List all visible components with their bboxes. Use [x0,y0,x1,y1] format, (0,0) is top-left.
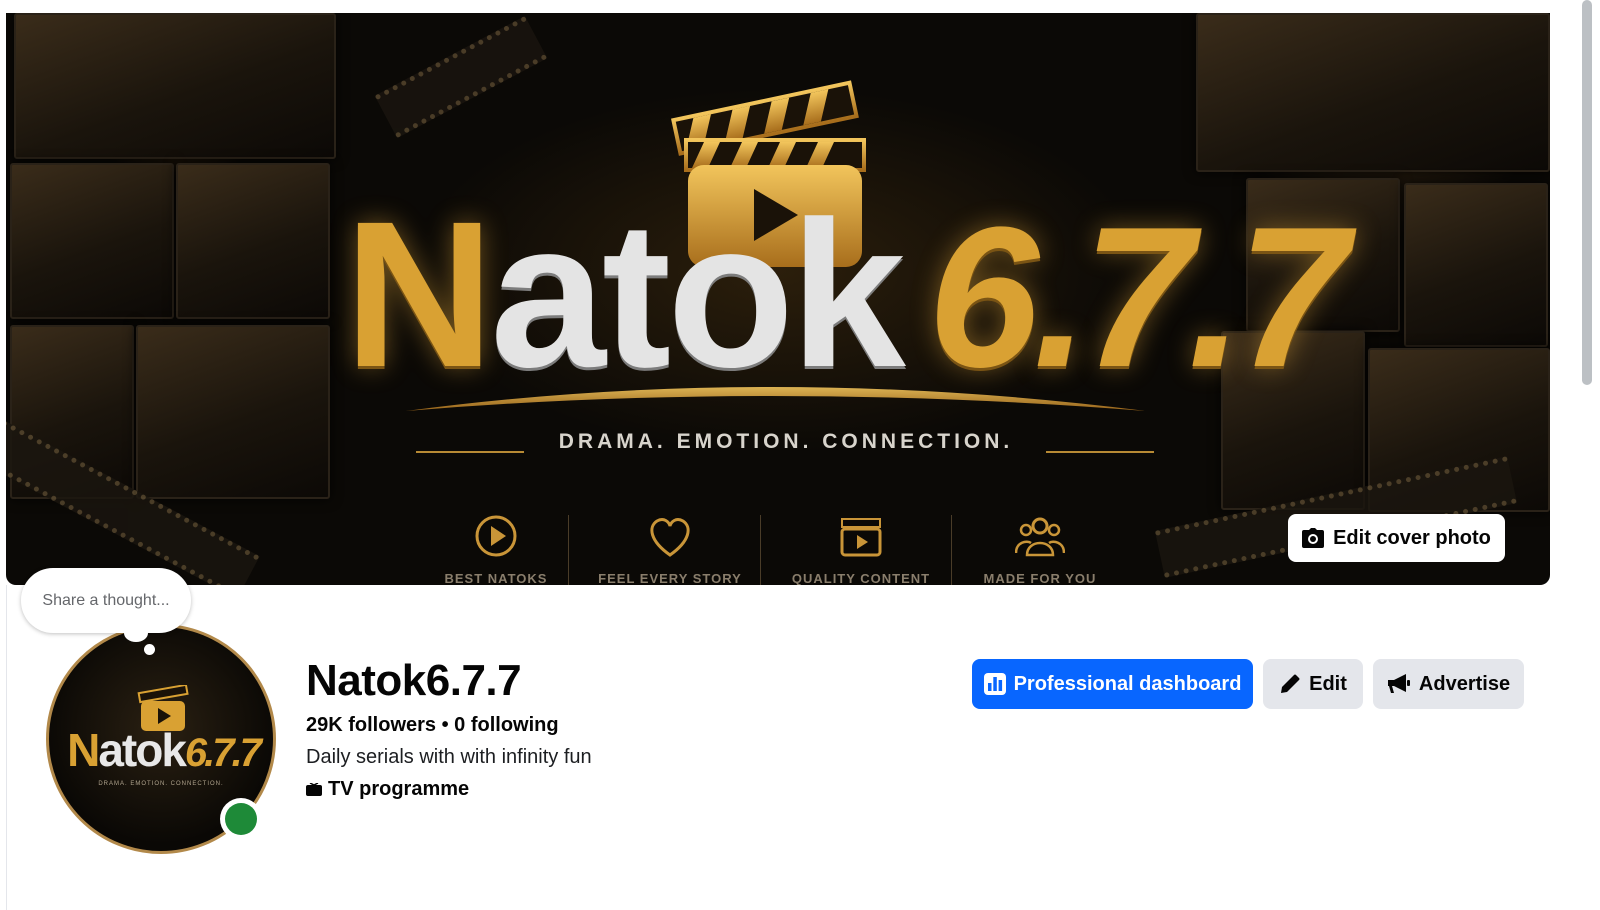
feature-best-natoks: BEST NATOKS [416,513,576,585]
pencil-icon [1281,674,1300,693]
megaphone-icon [1387,674,1410,693]
avatar-brand-title: Natok6.7.7 [67,724,262,776]
thought-bubble-tail [124,624,148,642]
cover-tagline: DRAMA. EMOTION. CONNECTION. [558,430,1014,453]
feature-divider [760,515,761,585]
feature-divider [951,515,952,585]
scrollbar-thumb[interactable] [1582,0,1592,385]
heart-icon [650,518,690,557]
online-status-indicator [220,798,262,840]
cover-photo: Natok 6.7.7 DRAMA. EMOTION. CONNECTION. B… [6,13,1550,585]
avatar-tagline: DRAMA. EMOTION. CONNECTION. [98,781,224,787]
professional-dashboard-button[interactable]: Professional dashboard [972,659,1253,709]
people-icon [1015,517,1065,557]
share-thought-bubble[interactable]: Share a thought... [21,568,191,633]
camera-icon [1302,528,1325,548]
thought-bubble-tail [144,644,155,655]
feature-quality-content: QUALITY CONTENT [781,513,941,585]
feature-made-for-you: MADE FOR YOU [960,513,1120,585]
edit-page-button[interactable]: Edit [1263,659,1363,709]
dashboard-chart-icon [983,673,1006,695]
page-title: Natok6.7.7 [306,656,522,705]
page-bio: Daily serials with with infinity fun [306,746,592,768]
page-border [6,585,7,910]
advertise-button[interactable]: Advertise [1373,659,1524,709]
tv-icon [306,782,322,796]
cover-brand-number: 6.7.7 [927,186,1349,409]
clapperboard-icon [840,518,882,557]
cover-brand-title: Natok 6.7.7 [344,191,1349,399]
cover-brand-initial: N [344,179,494,411]
followers-count[interactable]: 29K followers • 0 following [306,714,559,737]
play-circle-icon [475,515,517,557]
edit-cover-photo-button[interactable]: Edit cover photo [1288,514,1505,562]
cover-brand-rest: atok [490,179,906,411]
page-category-label: TV programme [328,778,470,800]
feature-divider [568,515,569,585]
online-status-dot [225,803,257,835]
feature-feel-every-story: FEEL EVERY STORY [590,513,750,585]
share-thought-placeholder: Share a thought... [42,591,170,609]
page-category[interactable]: TV programme [306,778,469,801]
top-bar [0,0,1600,13]
scrollbar[interactable] [1570,0,1600,910]
